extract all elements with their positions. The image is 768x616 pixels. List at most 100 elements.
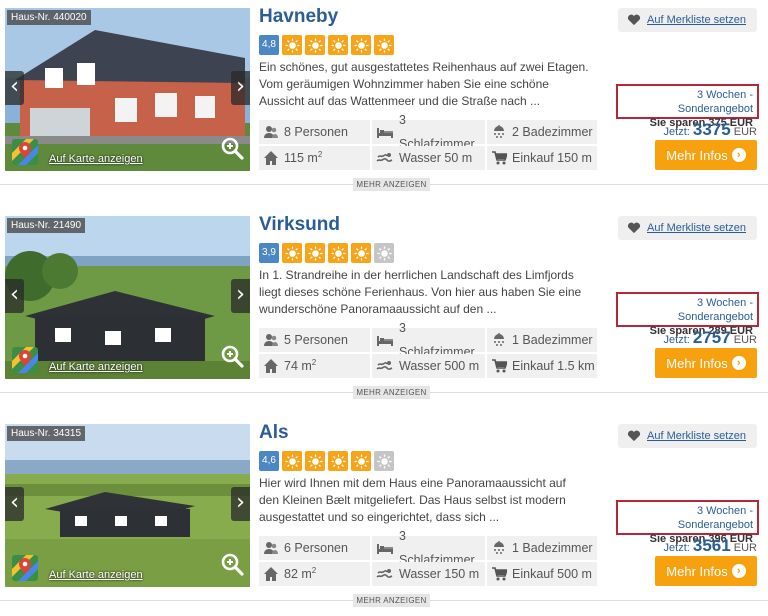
- area-value: 82 m: [284, 567, 312, 581]
- fact-water: Wasser 150 m: [372, 562, 485, 586]
- area-unit-sup: 2: [311, 565, 317, 575]
- heart-icon: [627, 14, 641, 26]
- cart-icon: [491, 358, 507, 374]
- house-photo-image: [5, 424, 250, 587]
- water-icon: [376, 151, 394, 165]
- listing-description: Hier wird Ihnen mit dem Haus eine Panora…: [259, 476, 566, 524]
- fact-area: 115 m2: [259, 146, 370, 170]
- map-pin-icon[interactable]: [12, 555, 38, 581]
- fact-persons: 5 Personen: [259, 328, 370, 352]
- cart-icon: [491, 566, 507, 582]
- add-to-wishlist-button[interactable]: Auf Merkliste setzen: [618, 424, 757, 448]
- listing-card: Haus-Nr. 440020 ‹ › Auf Karte anzeigen H…: [0, 0, 768, 208]
- more-info-label: Mehr Infos: [666, 563, 728, 579]
- wishlist-label: Auf Merkliste setzen: [647, 222, 747, 234]
- water-icon: [376, 359, 394, 373]
- house-photo[interactable]: Haus-Nr. 440020 ‹ › Auf Karte anzeigen: [5, 8, 250, 171]
- next-photo-button[interactable]: ›: [231, 487, 250, 521]
- price-currency: EUR: [733, 126, 757, 138]
- arrow-right-icon: ›: [731, 356, 746, 370]
- house-icon: [263, 566, 279, 582]
- show-on-map-link[interactable]: Auf Karte anzeigen: [49, 361, 143, 373]
- prev-photo-button[interactable]: ‹: [5, 487, 24, 521]
- fact-bedrooms: 3 Schlafzimmer: [372, 321, 485, 359]
- fact-value: Wasser 500 m: [399, 359, 480, 373]
- fact-value: 6 Personen: [284, 541, 348, 555]
- listing-card: Haus-Nr. 34315 ‹ › Auf Karte anzeigen Al…: [0, 416, 768, 616]
- area-value: 74 m: [284, 359, 312, 373]
- bed-icon: [376, 333, 394, 347]
- special-offer-box: 3 Wochen - Sonderangebot Sie sparen 375 …: [616, 84, 759, 129]
- wishlist-label: Auf Merkliste setzen: [647, 430, 747, 442]
- sun-icon: [305, 451, 325, 471]
- price-line: Jetzt: 3561 EUR: [616, 536, 757, 556]
- house-icon: [263, 150, 279, 166]
- sun-icon: [328, 451, 348, 471]
- sun-icon: [374, 35, 394, 55]
- show-more-button[interactable]: MEHR ANZEIGEN: [353, 178, 430, 191]
- fact-water: Wasser 50 m: [372, 146, 485, 170]
- show-more-button[interactable]: MEHR ANZEIGEN: [353, 594, 430, 607]
- fact-value: 8 Personen: [284, 125, 348, 139]
- more-info-label: Mehr Infos: [666, 355, 728, 371]
- fact-value: Einkauf 150 m: [512, 151, 592, 165]
- fact-bathrooms: 1 Badezimmer: [487, 328, 597, 352]
- show-more-button[interactable]: MEHR ANZEIGEN: [353, 386, 430, 399]
- fact-persons: 8 Personen: [259, 120, 370, 144]
- sun-icon: [305, 243, 325, 263]
- fact-area: 82 m2: [259, 562, 370, 586]
- prev-photo-button[interactable]: ‹: [5, 71, 24, 105]
- zoom-icon[interactable]: [220, 552, 244, 576]
- cart-icon: [491, 150, 507, 166]
- fact-bathrooms: 1 Badezimmer: [487, 536, 597, 560]
- offer-title: 3 Wochen - Sonderangebot: [677, 297, 753, 323]
- sun-icon: [328, 35, 348, 55]
- next-photo-button[interactable]: ›: [231, 279, 250, 313]
- listing-description: In 1. Strandreihe in der herrlichen Land…: [259, 268, 582, 316]
- more-info-button[interactable]: Mehr Infos ›: [655, 556, 757, 586]
- price-currency: EUR: [733, 334, 757, 346]
- listing-title[interactable]: Virksund: [259, 214, 340, 236]
- sun-icon: [305, 35, 325, 55]
- haus-nr-label: Haus-Nr. 21490: [7, 218, 86, 233]
- fact-value: 115 m2: [284, 146, 322, 170]
- listing-title[interactable]: Havneby: [259, 6, 338, 28]
- fact-shopping: Einkauf 1.5 km: [487, 354, 597, 378]
- price-prefix: Jetzt:: [663, 542, 690, 554]
- price-value: 2757: [692, 328, 731, 347]
- fact-bedrooms: 3 Schlafzimmer: [372, 529, 485, 567]
- offer-title: 3 Wochen - Sonderangebot: [677, 89, 753, 115]
- shower-icon: [491, 540, 507, 556]
- haus-nr-label: Haus-Nr. 34315: [7, 426, 86, 441]
- add-to-wishlist-button[interactable]: Auf Merkliste setzen: [618, 216, 757, 240]
- house-photo[interactable]: Haus-Nr. 21490 ‹ › Auf Karte anzeigen: [5, 216, 250, 379]
- fact-value: Einkauf 1.5 km: [512, 359, 595, 373]
- next-photo-button[interactable]: ›: [231, 71, 250, 105]
- heart-icon: [627, 222, 641, 234]
- price-value: 3375: [692, 120, 731, 139]
- bed-icon: [376, 125, 394, 139]
- listing-title[interactable]: Als: [259, 422, 289, 444]
- sun-icon: [351, 35, 371, 55]
- house-photo-image: [5, 216, 250, 379]
- sun-icon-empty: [374, 243, 394, 263]
- add-to-wishlist-button[interactable]: Auf Merkliste setzen: [618, 8, 757, 32]
- wishlist-label: Auf Merkliste setzen: [647, 14, 747, 26]
- house-photo[interactable]: Haus-Nr. 34315 ‹ › Auf Karte anzeigen: [5, 424, 250, 587]
- more-info-button[interactable]: Mehr Infos ›: [655, 348, 757, 378]
- arrow-right-icon: ›: [731, 148, 746, 162]
- more-info-button[interactable]: Mehr Infos ›: [655, 140, 757, 170]
- rating-score-badge: 4,6: [259, 451, 279, 471]
- map-pin-icon[interactable]: [12, 347, 38, 373]
- show-on-map-link[interactable]: Auf Karte anzeigen: [49, 569, 143, 581]
- show-on-map-link[interactable]: Auf Karte anzeigen: [49, 153, 143, 165]
- map-pin-icon[interactable]: [12, 139, 38, 165]
- zoom-icon[interactable]: [220, 344, 244, 368]
- haus-nr-label: Haus-Nr. 440020: [7, 10, 91, 25]
- rating-row: 3,9: [259, 243, 394, 263]
- house-icon: [263, 358, 279, 374]
- fact-persons: 6 Personen: [259, 536, 370, 560]
- prev-photo-button[interactable]: ‹: [5, 279, 24, 313]
- price-line: Jetzt: 3375 EUR: [616, 120, 757, 140]
- zoom-icon[interactable]: [220, 136, 244, 160]
